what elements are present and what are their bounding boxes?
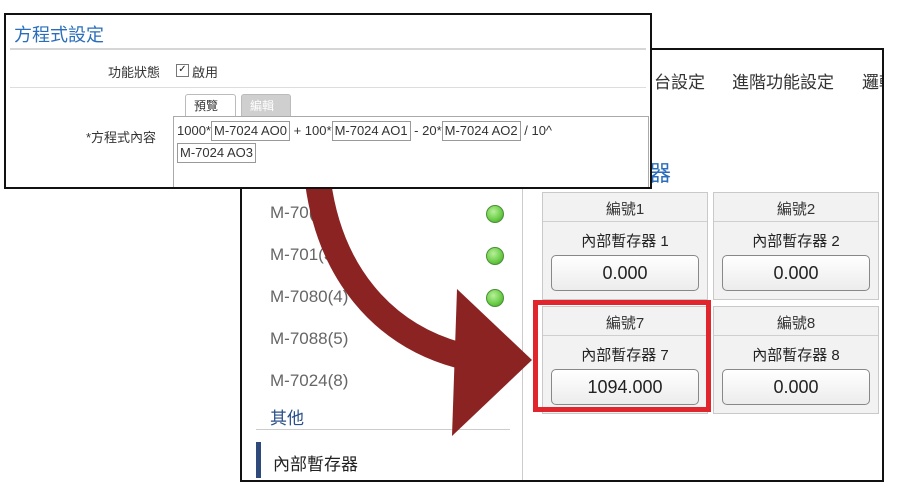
dialog-title: 方程式設定 — [14, 25, 104, 45]
formula-settings-dialog: 方程式設定 功能狀態 ✓ 啟用 *方程式內容 預覽 編輯 1000* M-7024… — [4, 13, 652, 189]
formula-text: / 10^ — [520, 123, 553, 138]
enable-label: 啟用 — [192, 65, 219, 80]
tab-edit[interactable]: 編輯 — [241, 94, 291, 116]
formula-text: + 100* — [289, 123, 332, 138]
formula-text: - 20* — [410, 123, 442, 138]
tab-preview[interactable]: 預覽 — [185, 94, 236, 116]
enable-checkbox[interactable]: ✓ — [176, 64, 189, 77]
divider — [10, 48, 646, 50]
variable-chip[interactable]: M-7024 AO1 — [331, 121, 411, 141]
formula-content: 1000* M-7024 AO0 + 100* M-7024 AO1 - 20* M-… — [177, 120, 642, 164]
variable-chip[interactable]: M-7024 AO0 — [210, 121, 290, 141]
formula-text: 1000* — [177, 123, 211, 138]
variable-chip[interactable]: M-7024 AO3 — [177, 143, 256, 163]
formula-editor[interactable]: 1000* M-7024 AO0 + 100* M-7024 AO1 - 20* M-… — [173, 116, 649, 187]
formula-label: *方程式內容 — [85, 130, 156, 145]
status-label: 功能狀態 — [107, 65, 160, 80]
variable-chip[interactable]: M-7024 AO2 — [441, 121, 521, 141]
status-row: 功能狀態 ✓ 啟用 — [10, 53, 646, 88]
